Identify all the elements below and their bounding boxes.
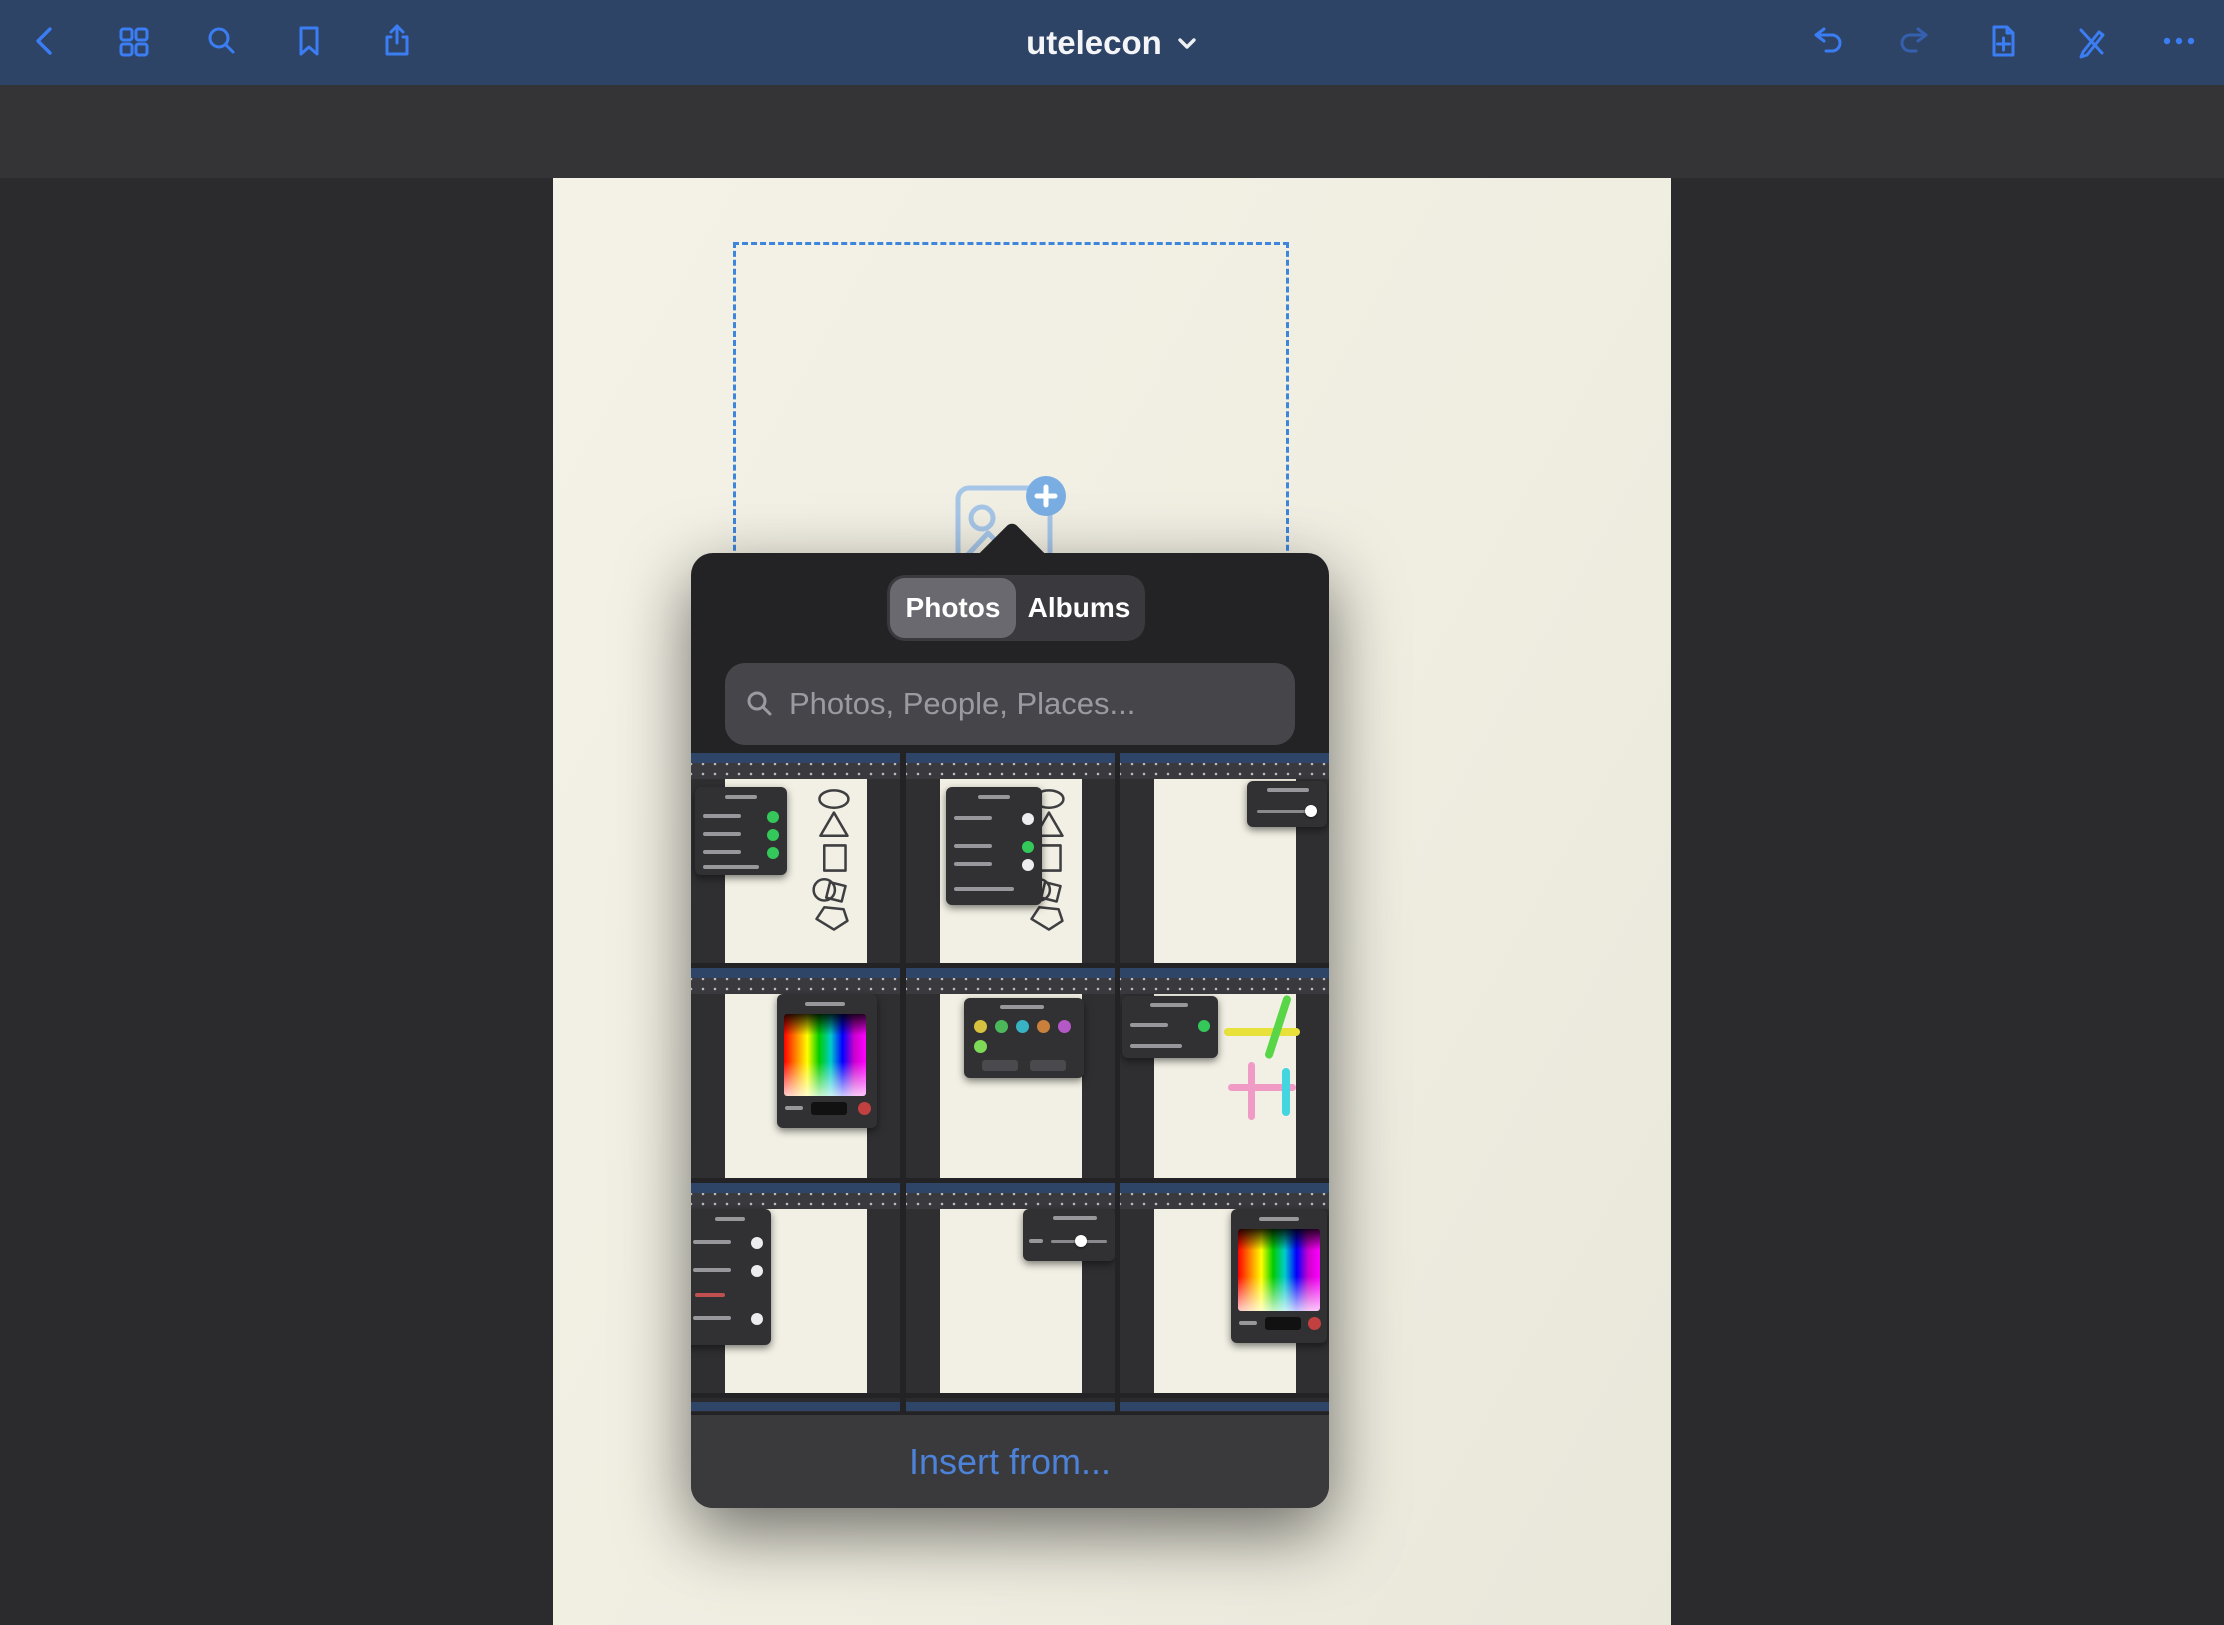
photos-albums-segmented-control: Photos Albums xyxy=(887,575,1145,641)
photo-grid-partial-row xyxy=(691,1398,1329,1412)
top-navigation-bar: utelecon xyxy=(0,0,2224,85)
photo-grid-cell[interactable] xyxy=(691,1183,900,1393)
photo-thumbnail-partial[interactable] xyxy=(691,1398,900,1412)
photo-search-input[interactable] xyxy=(787,685,1277,723)
photo-grid-cell[interactable] xyxy=(1120,753,1329,963)
photo-grid-cell[interactable] xyxy=(1120,1183,1329,1393)
more-icon xyxy=(2159,21,2199,64)
photo-grid-cell[interactable] xyxy=(906,753,1115,963)
photo-picker-popover: Photos Albums Insert from... xyxy=(691,553,1329,1508)
photo-grid-cell[interactable] xyxy=(906,1183,1115,1393)
photo-thumbnail-partial[interactable] xyxy=(1120,1398,1329,1412)
tab-albums[interactable]: Albums xyxy=(1016,578,1142,638)
photo-thumbnail-image xyxy=(1120,1183,1329,1393)
redo-icon xyxy=(1895,21,1935,64)
document-title-label: utelecon xyxy=(1026,24,1162,62)
more-options-button[interactable] xyxy=(2158,22,2200,64)
undo-button[interactable] xyxy=(1806,22,1848,64)
tab-photos[interactable]: Photos xyxy=(890,578,1016,638)
pen-slash-icon xyxy=(2071,21,2111,64)
photo-grid-cell[interactable] xyxy=(691,753,900,963)
photo-thumbnail-image xyxy=(691,1183,900,1393)
tools-toolbar xyxy=(0,85,2224,178)
add-page-button[interactable] xyxy=(1982,22,2024,64)
nav-right-group xyxy=(1806,0,2200,85)
photo-grid xyxy=(691,753,1329,1393)
photo-thumbnail-image xyxy=(1120,753,1329,963)
photo-thumbnail-image xyxy=(906,968,1115,1178)
photo-thumbnail-image xyxy=(906,753,1115,963)
photo-thumbnail-image xyxy=(1120,968,1329,1178)
search-icon xyxy=(743,688,775,720)
photo-grid-cell[interactable] xyxy=(691,968,900,1178)
photo-thumbnail-image xyxy=(906,1183,1115,1393)
canvas-area: Photos Albums Insert from... xyxy=(0,178,2224,1625)
read-only-mode-button[interactable] xyxy=(2070,22,2112,64)
add-page-icon xyxy=(1983,21,2023,64)
photo-grid-cell[interactable] xyxy=(906,968,1115,1178)
insert-from-button[interactable]: Insert from... xyxy=(909,1441,1111,1483)
photo-thumbnail-image xyxy=(691,968,900,1178)
redo-button[interactable] xyxy=(1894,22,1936,64)
popover-footer: Insert from... xyxy=(691,1415,1329,1508)
undo-icon xyxy=(1807,21,1847,64)
photo-search-field[interactable] xyxy=(725,663,1295,745)
photo-thumbnail-image xyxy=(691,753,900,963)
chevron-down-icon xyxy=(1176,24,1198,62)
photo-grid-cell[interactable] xyxy=(1120,968,1329,1178)
photo-thumbnail-partial[interactable] xyxy=(906,1398,1115,1412)
